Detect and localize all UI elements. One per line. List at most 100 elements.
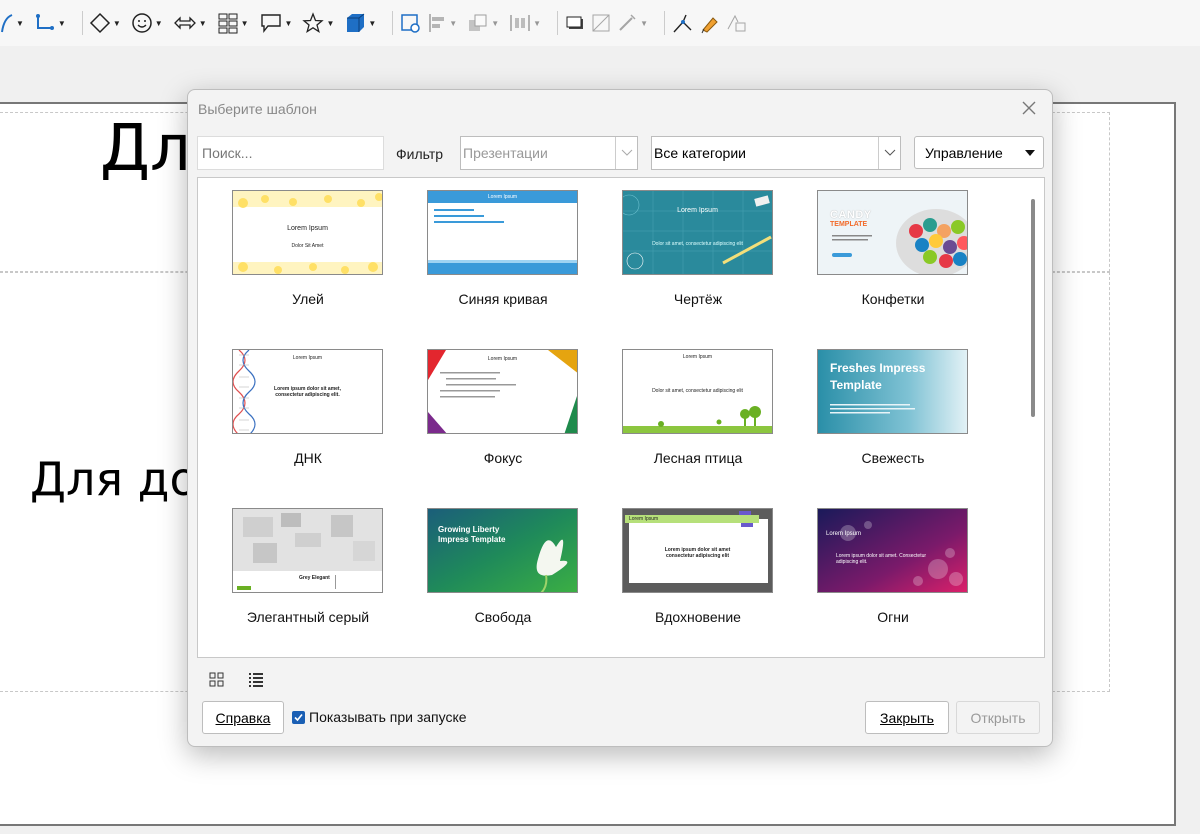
template-label: Чертёж	[673, 291, 723, 307]
dropdown-arrow-icon	[1025, 150, 1035, 156]
chevron-down-icon[interactable]: ▼	[199, 19, 207, 28]
chevron-down-icon[interactable]: ▼	[491, 19, 499, 28]
thumb-subtitle: Lorem ipsum dolor sit amet consectetur a…	[664, 547, 731, 559]
template-item-forest-bird[interactable]: Lorem Ipsum Dolor sit amet, consectetur …	[598, 337, 793, 492]
template-label: Вдохновение	[655, 609, 741, 625]
template-label: Конфетки	[861, 291, 925, 307]
template-thumbnail: Freshes Impress Template	[817, 349, 968, 434]
shadow-button[interactable]	[564, 8, 586, 38]
filter-select[interactable]: Презентации	[460, 136, 638, 170]
template-thumbnail: Growing Liberty Impress Template	[427, 508, 578, 593]
toggle-extrusion-button[interactable]	[725, 8, 749, 38]
filter-button[interactable]: ▼	[616, 8, 654, 38]
thumb-subtitle: Dolor sit amet, consectetur adipiscing e…	[652, 241, 743, 247]
template-item-hive[interactable]: Lorem Ipsum Dolor Sit Amet Улей	[208, 178, 403, 333]
rotate-button[interactable]	[399, 8, 423, 38]
template-thumbnail: Lorem Ipsum Dolor Sit Amet	[232, 190, 383, 275]
thumb-subtitle: Dolor Sit Amet	[291, 243, 324, 249]
template-thumbnail: Grey Elegant	[232, 508, 383, 593]
help-button[interactable]: Справка	[202, 701, 284, 734]
show-on-startup-checkbox[interactable]: Показывать при запуске	[292, 709, 467, 725]
chevron-down-icon[interactable]: ▼	[640, 19, 648, 28]
manage-button[interactable]: Управление	[914, 136, 1044, 169]
wand-icon	[619, 14, 636, 31]
star-shapes-button[interactable]: ▼	[302, 8, 340, 38]
diamond-icon	[89, 12, 110, 34]
template-item-dna[interactable]: Lorem Ipsum Lorem ipsum dolor sit amet, …	[208, 337, 403, 492]
chevron-down-icon[interactable]: ▼	[113, 19, 121, 28]
template-grid-scrollbar[interactable]	[1022, 178, 1044, 657]
distribute-icon	[510, 15, 530, 31]
callout-shapes-button[interactable]: ▼	[259, 8, 299, 38]
thumb-title: Lorem Ipsum	[677, 207, 718, 214]
chevron-down-icon[interactable]: ▼	[533, 19, 541, 28]
template-label: Синяя кривая	[458, 291, 548, 307]
blue-curve-graphic	[428, 191, 577, 274]
thumbnail-view-icon[interactable]	[206, 669, 228, 691]
crop-button[interactable]	[590, 8, 612, 38]
chevron-down-icon[interactable]: ▼	[155, 19, 163, 28]
glue-points-button[interactable]	[699, 8, 721, 38]
checkbox-checked-icon[interactable]	[292, 710, 305, 724]
points-button[interactable]	[671, 8, 695, 38]
manage-button-label: Управление	[925, 144, 1003, 161]
cube-icon	[347, 13, 365, 32]
template-item-freshness[interactable]: Freshes Impress Template Свежесть	[793, 337, 988, 492]
template-item-grey-elegant[interactable]: Grey Elegant Элегантный серый	[208, 496, 403, 651]
symbol-shapes-button[interactable]: ▼	[131, 8, 169, 38]
thumb-subtitle: Lorem ipsum dolor sit amet. Consectetur …	[836, 553, 927, 565]
template-thumbnail: Lorem Ipsum	[427, 190, 578, 275]
close-icon[interactable]	[1020, 99, 1038, 117]
template-item-blue-curve[interactable]: Lorem Ipsum Синяя кривая	[403, 178, 598, 333]
block-arrows-button[interactable]: ▼	[173, 8, 213, 38]
template-item-candy[interactable]: CANDY TEMPLATE Конфетки	[793, 178, 988, 333]
scrollbar-thumb[interactable]	[1031, 199, 1035, 417]
connector-tool-button[interactable]: ▼	[34, 8, 72, 38]
chevron-down-icon[interactable]	[878, 137, 900, 169]
basic-shapes-button[interactable]: ▼	[89, 8, 127, 38]
template-item-lights[interactable]: Lorem Ipsum Lorem ipsum dolor sit amet. …	[793, 496, 988, 651]
chevron-down-icon[interactable]	[615, 137, 637, 169]
chevron-down-icon[interactable]: ▼	[241, 19, 249, 28]
search-input[interactable]	[197, 136, 384, 170]
align-button[interactable]: ▼	[427, 8, 463, 38]
template-item-inspiration[interactable]: Lorem Ipsum Lorem ipsum dolor sit amet c…	[598, 496, 793, 651]
template-item-focus[interactable]: Lorem Ipsum Фокус	[403, 337, 598, 492]
template-label: Огни	[877, 609, 909, 625]
3d-objects-button[interactable]: ▼	[344, 8, 382, 38]
thumb-subtitle: TEMPLATE	[830, 221, 868, 228]
show-on-startup-label: Показывать при запуске	[309, 709, 467, 725]
curve-tool-button[interactable]: ▼	[0, 8, 30, 38]
template-dialog: Выберите шаблон Фильтр Презентации Все к…	[187, 89, 1053, 747]
template-item-blueprint[interactable]: Lorem Ipsum Dolor sit amet, consectetur …	[598, 178, 793, 333]
thumb-subtitle: Dolor sit amet, consectetur adipiscing e…	[652, 388, 743, 394]
dialog-title: Выберите шаблон	[198, 101, 317, 117]
template-thumbnail: CANDY TEMPLATE	[817, 190, 968, 275]
smiley-icon	[132, 13, 152, 33]
close-button[interactable]: Закрыть	[865, 701, 949, 734]
pen-icon	[701, 17, 718, 34]
toolbar-separator	[392, 11, 394, 35]
flowchart-button[interactable]: ▼	[217, 8, 255, 38]
chevron-down-icon[interactable]: ▼	[285, 19, 293, 28]
arrange-button[interactable]: ▼	[467, 8, 505, 38]
chevron-down-icon[interactable]: ▼	[16, 19, 24, 28]
chevron-down-icon[interactable]: ▼	[326, 19, 334, 28]
hive-pattern-graphic	[233, 191, 382, 274]
distribute-button[interactable]: ▼	[509, 8, 547, 38]
rotate-icon	[401, 14, 421, 33]
category-select[interactable]: Все категории	[651, 136, 901, 170]
focus-graphic	[428, 350, 577, 433]
toolbar-separator	[663, 11, 665, 35]
thumb-title: Grey Elegant	[299, 575, 330, 581]
thumb-title: Lorem Ipsum	[287, 225, 328, 232]
template-item-liberty[interactable]: Growing Liberty Impress Template Свобода	[403, 496, 598, 651]
chevron-down-icon[interactable]: ▼	[449, 19, 457, 28]
align-icon	[429, 14, 445, 32]
thumb-title: Growing Liberty Impress Template	[438, 525, 506, 544]
callout-icon	[260, 14, 281, 33]
template-label: Свобода	[474, 609, 532, 625]
chevron-down-icon[interactable]: ▼	[58, 19, 66, 28]
list-view-icon[interactable]	[245, 669, 267, 691]
chevron-down-icon[interactable]: ▼	[368, 19, 376, 28]
